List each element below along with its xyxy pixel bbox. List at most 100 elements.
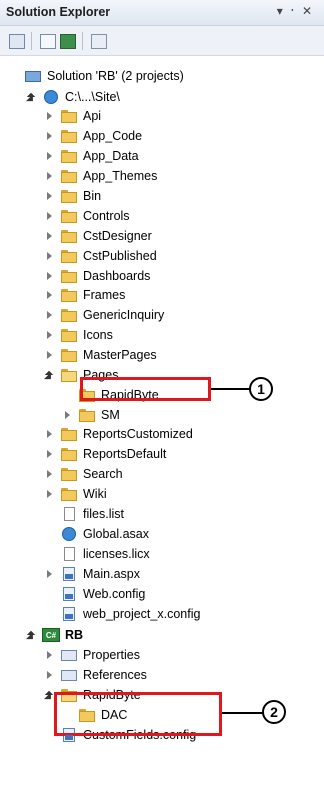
collapsed-arrow-icon[interactable] — [44, 329, 56, 341]
config-file-icon — [60, 606, 78, 622]
tree-item-label: Frames — [83, 288, 126, 302]
tree-item[interactable]: Solution 'RB' (2 projects) — [8, 66, 184, 86]
callout-number-2: 2 — [262, 700, 286, 724]
collapsed-arrow-icon[interactable] — [44, 309, 56, 321]
folder-icon — [60, 287, 78, 303]
collapsed-arrow-icon[interactable] — [44, 110, 56, 122]
global-asax-icon — [60, 526, 78, 542]
tree-item[interactable]: ReportsCustomized — [44, 424, 193, 444]
collapsed-arrow-icon[interactable] — [44, 669, 56, 681]
view-class-diagram-icon[interactable] — [91, 34, 107, 49]
show-all-files-icon[interactable] — [40, 34, 56, 49]
tree-item[interactable]: App_Code — [44, 126, 142, 146]
folder-icon — [60, 446, 78, 462]
properties-icon[interactable] — [9, 34, 25, 49]
expanded-arrow-icon[interactable]: ◢ — [44, 369, 56, 381]
folder-icon — [60, 168, 78, 184]
folder-icon — [60, 486, 78, 502]
collapsed-arrow-icon[interactable] — [44, 250, 56, 262]
collapsed-arrow-icon[interactable] — [44, 349, 56, 361]
tree-item[interactable]: licenses.licx — [44, 544, 150, 564]
references-icon — [60, 667, 78, 683]
tree-item-label: Icons — [83, 328, 113, 342]
collapsed-arrow-icon[interactable] — [44, 448, 56, 460]
folder-icon — [60, 128, 78, 144]
callout-number-1: 1 — [249, 377, 273, 401]
tree-item[interactable]: Controls — [44, 206, 130, 226]
collapsed-arrow-icon[interactable] — [44, 289, 56, 301]
tree-item[interactable]: SM — [62, 405, 120, 425]
tree-item[interactable]: Frames — [44, 285, 125, 305]
tree-item[interactable]: Icons — [44, 325, 113, 345]
tree-item[interactable]: ReportsDefault — [44, 444, 166, 464]
tree-item-label: Solution 'RB' (2 projects) — [47, 69, 184, 83]
tree-item-label: Api — [83, 109, 102, 123]
tree-item-label: SM — [101, 408, 120, 422]
window-controls[interactable]: ▾᛫✕ — [277, 4, 318, 18]
folder-icon — [60, 268, 78, 284]
tree-item[interactable]: web_project_x.config — [44, 604, 200, 624]
tree-item[interactable]: Main.aspx — [44, 564, 140, 584]
dropdown-arrow-icon[interactable]: ▾ — [277, 4, 289, 18]
callout-line-2 — [222, 712, 264, 714]
folder-icon — [60, 228, 78, 244]
tree-item[interactable]: References — [44, 665, 147, 685]
tree-item[interactable]: files.list — [44, 504, 124, 524]
close-icon[interactable]: ✕ — [302, 4, 318, 18]
tree-item-label: Global.asax — [83, 527, 150, 541]
collapsed-arrow-icon[interactable] — [62, 409, 74, 421]
tree-item[interactable]: ◢ RB — [26, 625, 83, 645]
tree-item[interactable]: App_Themes — [44, 166, 157, 186]
tree-item-label: C:\...\Site\ — [65, 90, 120, 104]
tree-item-label: References — [83, 668, 147, 682]
tree-item[interactable]: CstDesigner — [44, 226, 152, 246]
tree-item-label: MasterPages — [83, 348, 157, 362]
pin-icon[interactable]: ᛫ — [289, 4, 302, 18]
file-icon — [60, 506, 78, 522]
expanded-arrow-icon[interactable]: ◢ — [26, 629, 38, 641]
tree-item-label: Dashboards — [83, 269, 151, 283]
collapsed-arrow-icon[interactable] — [44, 170, 56, 182]
folder-icon — [60, 347, 78, 363]
tree-item[interactable]: MasterPages — [44, 345, 157, 365]
toolbar-separator — [82, 32, 83, 50]
tree-item[interactable]: ◢ C:\...\Site\ — [26, 87, 120, 107]
refresh-icon[interactable] — [60, 34, 76, 49]
tree-item-label: App_Data — [83, 149, 139, 163]
csharp-project-icon — [42, 627, 60, 643]
collapsed-arrow-icon[interactable] — [44, 270, 56, 282]
properties-icon — [60, 647, 78, 663]
tree-item-label: CstPublished — [83, 249, 157, 263]
tree-item[interactable]: Global.asax — [44, 524, 149, 544]
collapsed-arrow-icon[interactable] — [44, 210, 56, 222]
collapsed-arrow-icon[interactable] — [44, 230, 56, 242]
expanded-arrow-icon[interactable]: ◢ — [26, 91, 38, 103]
tree-item[interactable]: Properties — [44, 645, 140, 665]
collapsed-arrow-icon[interactable] — [44, 568, 56, 580]
collapsed-arrow-icon[interactable] — [44, 190, 56, 202]
tree-item[interactable]: App_Data — [44, 146, 139, 166]
collapsed-arrow-icon[interactable] — [44, 468, 56, 480]
solution-explorer-titlebar: Solution Explorer ▾᛫✕ — [0, 0, 324, 26]
tree-item[interactable]: Web.config — [44, 584, 145, 604]
tree-item[interactable]: Dashboards — [44, 266, 150, 286]
tree-item[interactable]: Wiki — [44, 484, 107, 504]
tree-item[interactable]: CstPublished — [44, 246, 157, 266]
tree-item-label: Web.config — [83, 587, 146, 601]
folder-icon — [60, 248, 78, 264]
tree-item[interactable]: Api — [44, 106, 101, 126]
collapsed-arrow-icon[interactable] — [44, 428, 56, 440]
collapsed-arrow-icon[interactable] — [44, 488, 56, 500]
tree-item-label: App_Themes — [83, 169, 158, 183]
collapsed-arrow-icon[interactable] — [44, 150, 56, 162]
tree-item[interactable]: Bin — [44, 186, 101, 206]
tree-item[interactable]: GenericInquiry — [44, 305, 164, 325]
tree-item[interactable]: Search — [44, 464, 123, 484]
folder-icon — [60, 188, 78, 204]
collapsed-arrow-icon[interactable] — [44, 130, 56, 142]
tree-item-label: Properties — [83, 648, 140, 662]
collapsed-arrow-icon[interactable] — [44, 649, 56, 661]
